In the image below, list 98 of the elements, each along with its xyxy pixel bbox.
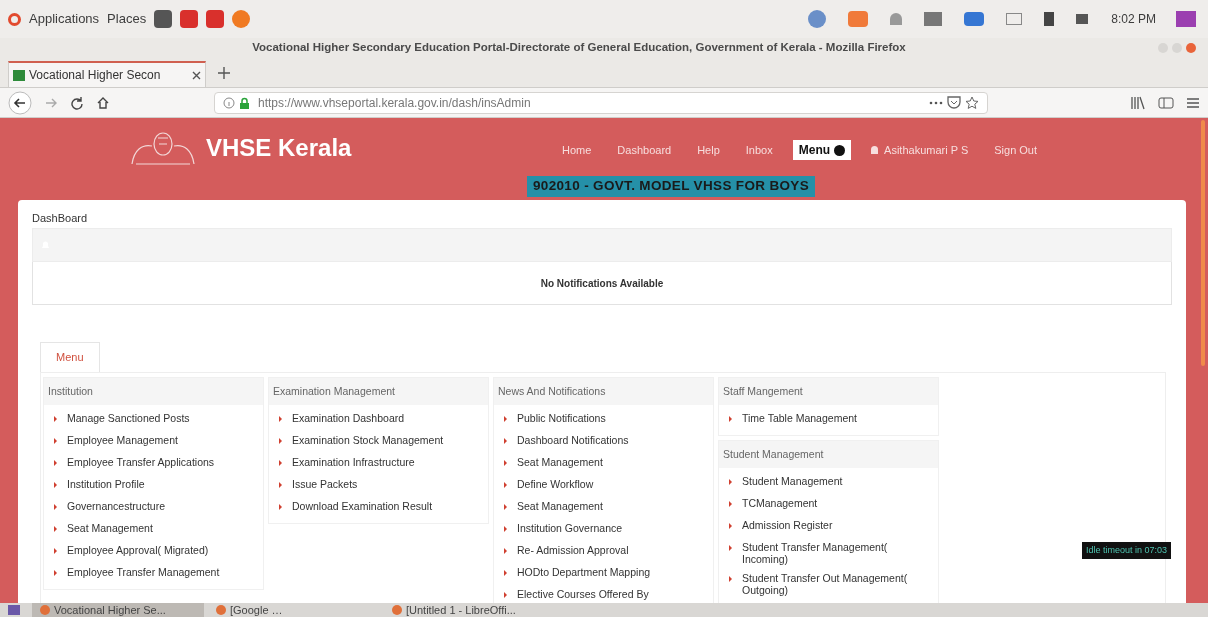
url-field[interactable]: https://www.vhseportal.kerala.gov.in/dash/insAdmin (214, 91, 988, 114)
menu-link[interactable]: Employee Management (67, 434, 178, 446)
menu-link[interactable]: Examination Stock Management (292, 434, 444, 446)
menu-link[interactable]: Elective Courses Offered By (517, 588, 649, 600)
bullet-icon (279, 460, 282, 466)
notice-text: No Notifications Available (540, 276, 664, 291)
bullet-icon (54, 504, 57, 510)
menu-button[interactable]: Menu (792, 140, 852, 160)
menu-link[interactable]: Time Table Management (742, 412, 857, 424)
taskbar-button[interactable]: [Untitled 1 - LibreOffi... (384, 603, 556, 617)
bullet-icon (279, 504, 282, 510)
lock-icon (239, 96, 250, 109)
bullet-icon (729, 576, 732, 582)
new-tab-icon[interactable] (218, 67, 230, 79)
menu-link[interactable]: Student Management (742, 475, 843, 487)
bullet-icon (54, 548, 57, 554)
menu-link[interactable]: Seat Management (67, 522, 153, 534)
clock[interactable]: 8:02 PM (1111, 10, 1156, 28)
user-icon (871, 146, 879, 154)
menu-link[interactable]: Student Transfer Out Management( Outgoing) (742, 572, 934, 596)
bullet-icon (729, 479, 732, 485)
menu-tab[interactable]: Menu (40, 342, 100, 372)
url-text: https://www.vhseportal.kerala.gov.in/dash/insAdmin (258, 94, 532, 112)
bullet-icon (504, 460, 507, 466)
menu-icon[interactable] (1186, 95, 1200, 110)
more-icon[interactable] (929, 100, 943, 105)
menu-link[interactable]: Download Examination Result (292, 500, 433, 512)
menu-link[interactable]: Admission Register (742, 519, 833, 531)
favicon-icon (13, 69, 25, 81)
site-title[interactable]: VHSE Kerala (206, 130, 352, 166)
menu-link[interactable]: Dashboard Notifications (517, 434, 629, 446)
bullet-icon (504, 416, 507, 422)
bullet-icon (504, 548, 507, 554)
close-button[interactable] (1186, 43, 1196, 53)
bullet-icon (729, 523, 732, 529)
close-icon[interactable] (192, 70, 201, 80)
tab-title: Vocational Higher Secon (29, 67, 162, 84)
menu-link[interactable]: TCManagement (742, 497, 818, 509)
system-menu[interactable]: Applications (29, 9, 100, 29)
bullet-icon (729, 501, 732, 507)
bullet-icon (54, 460, 57, 466)
bullet-icon (54, 570, 57, 576)
menu-link[interactable]: Student Transfer Management( Incoming) (742, 541, 934, 565)
taskbar-button[interactable]: Vocational Higher Se... (32, 603, 204, 617)
bullet-icon (279, 438, 282, 444)
institution-banner: 902010 - GOVT. MODEL VHSS FOR BOYS (526, 176, 816, 197)
taskbar-button[interactable]: [Google … (208, 603, 380, 617)
menu-link[interactable]: Define Workflow (517, 478, 594, 490)
bullet-icon (54, 438, 57, 444)
menu-link[interactable]: Re- Admission Approval (517, 544, 629, 556)
menu-link[interactable]: Seat Management (517, 500, 603, 512)
group-heading: Examination Management (269, 378, 488, 405)
bullet-icon (54, 526, 57, 532)
menu-link[interactable]: Examination Dashboard (292, 412, 405, 424)
bullet-icon (504, 592, 507, 598)
menu-link[interactable]: Institution Profile (67, 478, 145, 490)
pocket-icon[interactable] (947, 96, 961, 109)
home-icon[interactable] (96, 95, 110, 110)
sidebar-icon[interactable] (1158, 95, 1174, 110)
bullet-icon (279, 482, 282, 488)
menu-link[interactable]: Manage Sanctioned Posts (67, 412, 190, 424)
bullet-icon (279, 416, 282, 422)
bullet-icon (504, 526, 507, 532)
window-title: Vocational Higher Secondary Education Portal-Directorate of General Education, Government of Kerala - Mozilla Firefox (251, 40, 907, 56)
menu-link[interactable]: Employee Approval( Migrated) (67, 544, 209, 556)
bullet-icon (729, 416, 732, 422)
idle-timeout-badge: Idle timeout in 07:03 (1082, 542, 1172, 559)
bullet-icon (504, 570, 507, 576)
menu-link[interactable]: Public Notifications (517, 412, 606, 424)
group-heading: Staff Mangement (719, 378, 938, 405)
menu-link[interactable]: Employee Transfer Management (67, 566, 220, 578)
browser-tab[interactable]: Vocational Higher Secon (8, 61, 206, 87)
menu-link[interactable]: Institution Governance (517, 522, 623, 534)
info-icon (223, 96, 235, 109)
bullet-icon (504, 482, 507, 488)
library-icon[interactable] (1130, 95, 1146, 110)
bullet-icon (729, 545, 732, 551)
menu-link[interactable]: HODto Department Mapping (517, 566, 651, 578)
breadcrumb: DashBoard (32, 211, 89, 226)
emblem-icon (128, 130, 198, 166)
bullet-icon (504, 504, 507, 510)
group-heading: Institution (44, 378, 263, 405)
system-menu-icon[interactable] (8, 12, 21, 26)
star-icon[interactable] (965, 95, 979, 110)
group-heading: News And Notifications (494, 378, 713, 405)
system-menu[interactable]: Places (107, 9, 147, 29)
back-icon[interactable] (8, 90, 32, 115)
menu-link[interactable]: Seat Management (517, 456, 603, 468)
reload-icon[interactable] (70, 95, 84, 110)
bullet-icon (54, 416, 57, 422)
menu-label[interactable]: Menu (798, 141, 831, 159)
bullet-icon (504, 438, 507, 444)
menu-link[interactable]: Governancestructure (67, 500, 166, 512)
bullet-icon (54, 482, 57, 488)
menu-link[interactable]: Employee Transfer Applications (67, 456, 215, 468)
menu-link[interactable]: Issue Packets (292, 478, 358, 490)
group-heading: Student Management (719, 441, 938, 468)
menu-link[interactable]: Examination Infrastructure (292, 456, 415, 468)
